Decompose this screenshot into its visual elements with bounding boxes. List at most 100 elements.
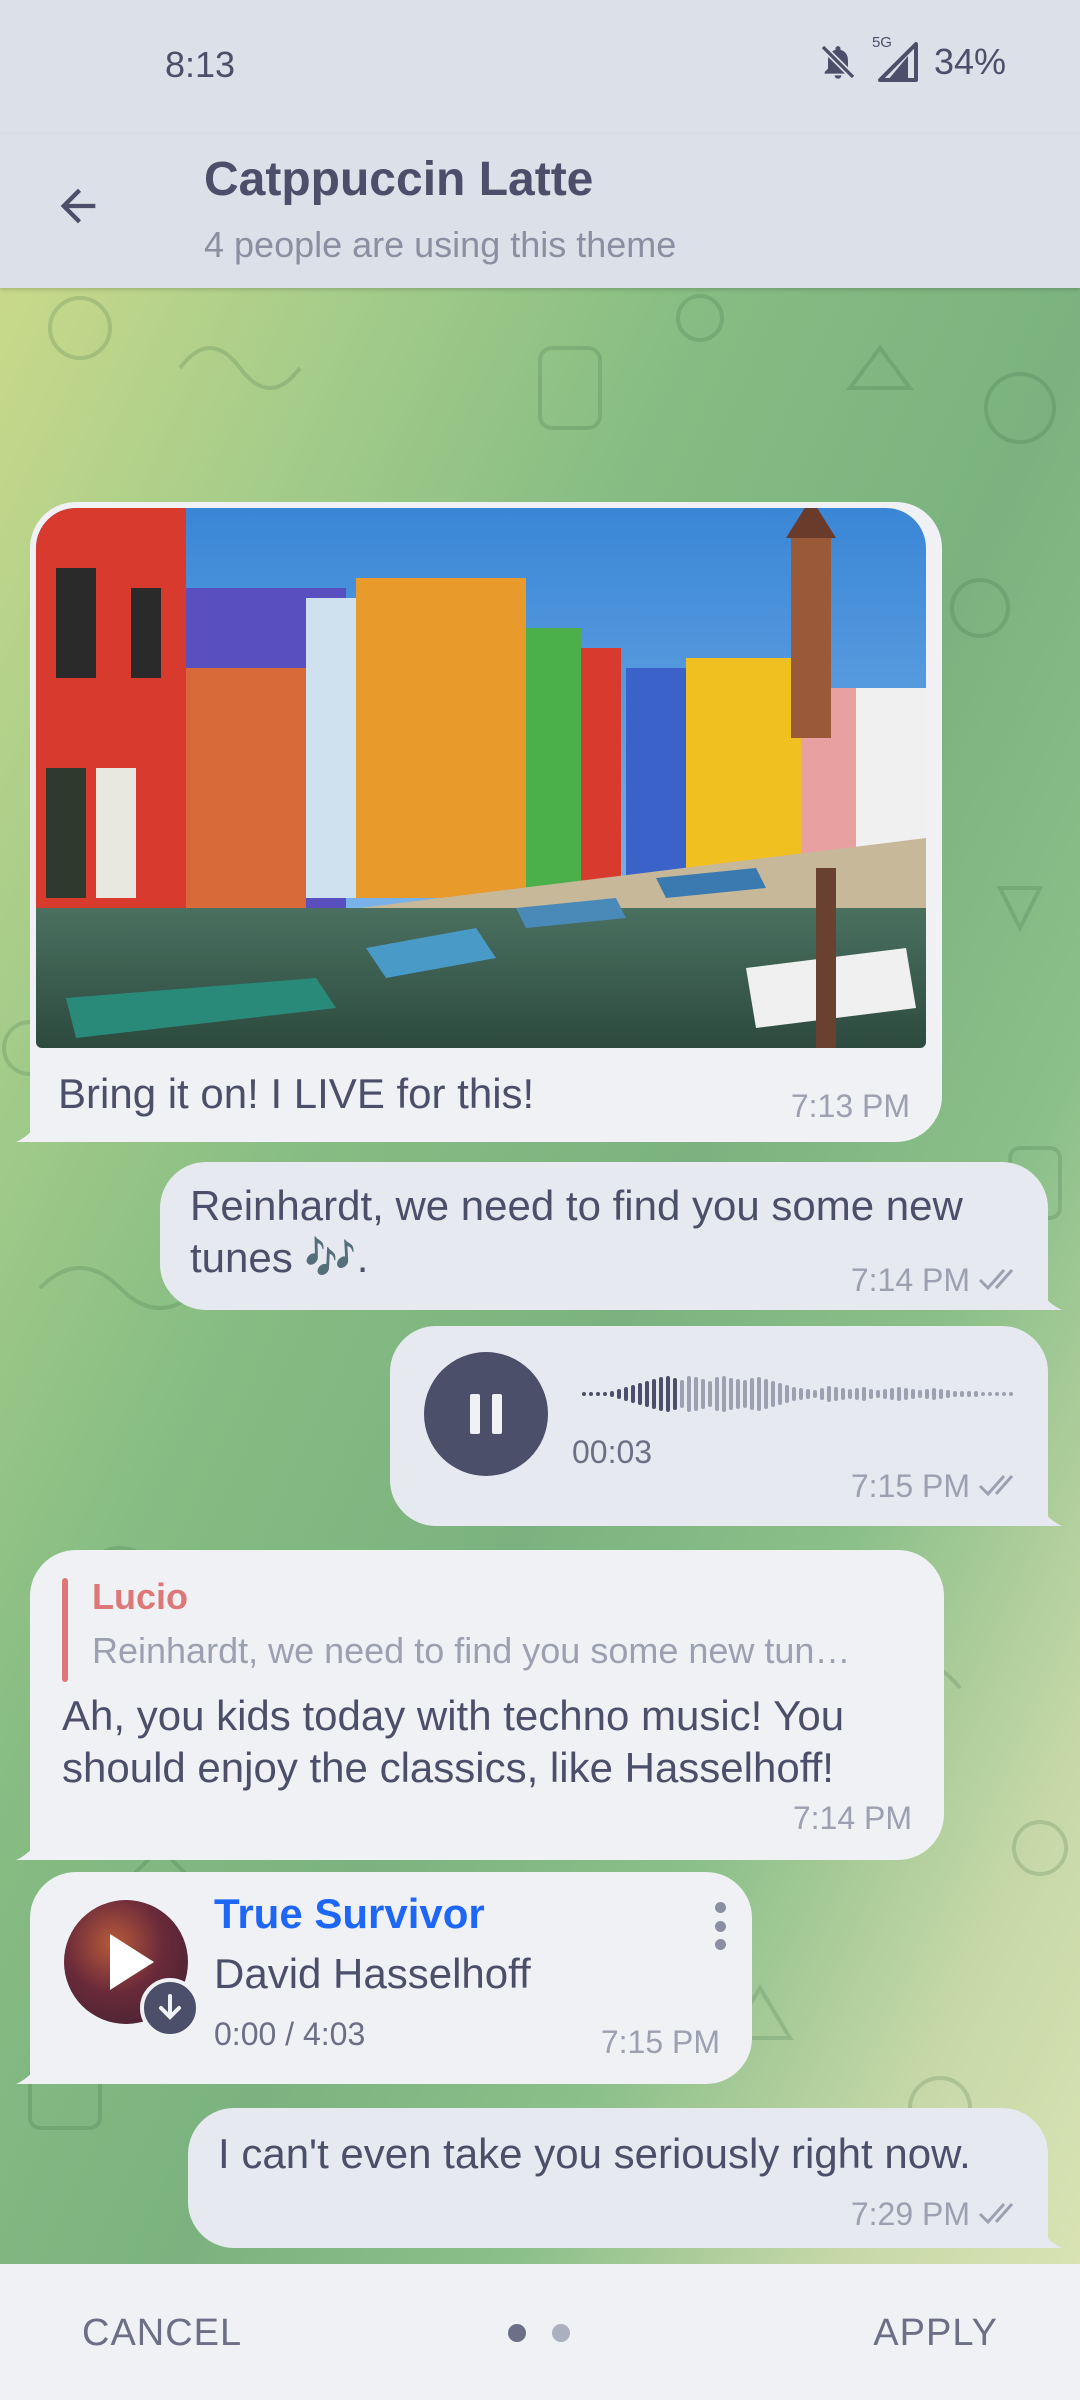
outgoing-message[interactable]: I can't even take you seriously right no… [188, 2108, 1062, 2248]
waveform-bar [1009, 1392, 1013, 1396]
message-time: 7:15 PM [600, 2024, 720, 2060]
reply-message[interactable]: Lucio Reinhardt, we need to find you som… [16, 1550, 944, 1860]
waveform-bar [925, 1389, 929, 1399]
waveform-bar [617, 1389, 621, 1399]
kebab-dot-icon [714, 1939, 726, 1950]
status-time: 8:13 [165, 44, 236, 85]
waveform-bar [995, 1392, 999, 1396]
waveform-bar [939, 1389, 943, 1399]
reply-preview[interactable]: Reinhardt, we need to find you some new … [92, 1630, 918, 1672]
app-bar: Catppuccin Latte 4 people are using this… [0, 134, 1080, 288]
cancel-button[interactable]: CANCEL [82, 2312, 242, 2355]
double-check-icon [978, 1475, 1014, 1497]
waveform-bar [967, 1391, 971, 1397]
voice-message[interactable]: 00:03 7:15 PM [390, 1326, 1062, 1526]
waveform-bar [638, 1383, 642, 1405]
pause-button[interactable] [424, 1352, 548, 1476]
kebab-dot-icon [714, 1902, 726, 1913]
download-button[interactable] [140, 1978, 200, 2038]
waveform-bar [953, 1391, 957, 1397]
waveform-bar [904, 1388, 908, 1400]
photo-caption: Bring it on! I LIVE for this! [58, 1070, 535, 1117]
status-icons: 5G 34% [818, 34, 1006, 84]
waveform-bar [750, 1378, 754, 1410]
voice-duration: 00:03 [572, 1434, 653, 1470]
waveform-bar [722, 1376, 726, 1412]
waveform-bar [582, 1392, 586, 1396]
waveform-bar [918, 1390, 922, 1398]
waveform-bar [624, 1387, 628, 1401]
waveform-bar [862, 1387, 866, 1401]
kebab-dot-icon [714, 1920, 726, 1932]
theme-subtitle: 4 people are using this theme [204, 224, 677, 265]
message-time: 7:14 PM [792, 1800, 912, 1836]
message-time: 7:15 PM [850, 1468, 970, 1504]
waveform-bar [988, 1392, 992, 1396]
waveform-bar [757, 1377, 761, 1411]
waveform-bar [883, 1389, 887, 1399]
waveform-bar [778, 1383, 782, 1405]
page-indicator-dot-active [508, 2324, 526, 2342]
waveform-bar [813, 1390, 817, 1398]
waveform-bar [855, 1388, 859, 1400]
voice-waveform[interactable] [578, 1366, 1018, 1422]
arrow-left-icon [60, 188, 96, 224]
waveform-bar [652, 1379, 656, 1409]
waveform-bar [771, 1381, 775, 1407]
waveform-bar [897, 1387, 901, 1401]
waveform-bar [827, 1386, 831, 1402]
waveform-bar [701, 1379, 705, 1409]
message-time: 7:29 PM [850, 2196, 970, 2232]
message-line: tunes 🎶. [190, 1234, 369, 1281]
waveform-bar [911, 1389, 915, 1399]
waveform-bar [806, 1389, 810, 1399]
more-options-button[interactable] [702, 1896, 738, 1956]
waveform-bar [974, 1391, 978, 1397]
message-line: Reinhardt, we need to find you some new [190, 1182, 963, 1229]
audio-message[interactable]: True Survivor David Hasselhoff 0:00 / 4:… [16, 1872, 752, 2084]
waveform-bar [799, 1388, 803, 1400]
waveform-bar [981, 1392, 985, 1396]
waveform-bar [841, 1388, 845, 1400]
mute-notifications-icon [820, 44, 856, 80]
waveform-bar [785, 1385, 789, 1403]
waveform-bar [589, 1392, 593, 1396]
outgoing-message[interactable]: Reinhardt, we need to find you some new … [160, 1162, 1062, 1310]
waveform-bar [848, 1389, 852, 1399]
photo-message[interactable]: Bring it on! I LIVE for this! 7:13 PM [16, 502, 942, 1142]
pause-icon [470, 1394, 502, 1434]
waveform-bar [792, 1387, 796, 1401]
waveform-bar [960, 1391, 964, 1397]
waveform-bar [694, 1377, 698, 1411]
audio-progress: 0:00 / 4:03 [214, 2016, 366, 2052]
waveform-bar [715, 1377, 719, 1411]
message-text: I can't even take you seriously right no… [218, 2130, 971, 2177]
waveform-bar [764, 1379, 768, 1409]
waveform-bar [708, 1381, 712, 1407]
waveform-bar [729, 1378, 733, 1410]
audio-artist: David Hasselhoff [214, 1950, 531, 1997]
status-bar: 8:13 5G 34% [0, 0, 1080, 134]
photo-attachment[interactable] [36, 508, 926, 1048]
waveform-bar [645, 1381, 649, 1407]
waveform-bar [666, 1376, 670, 1412]
waveform-bar [603, 1392, 607, 1396]
waveform-bar [659, 1377, 663, 1411]
reply-author[interactable]: Lucio [92, 1576, 188, 1618]
waveform-bar [834, 1387, 838, 1401]
message-time: 7:14 PM [850, 1262, 970, 1298]
theme-title: Catppuccin Latte [204, 153, 594, 206]
apply-button[interactable]: APPLY [873, 2312, 998, 2355]
waveform-bar [631, 1385, 635, 1403]
waveform-bar [890, 1388, 894, 1400]
canal-photo [36, 508, 926, 1048]
back-button[interactable] [46, 174, 110, 238]
bottom-action-bar: CANCEL APPLY [0, 2264, 1080, 2400]
reply-quote-bar [62, 1578, 68, 1682]
waveform-bar [932, 1388, 936, 1400]
message-text: Reinhardt, we need to find you some new … [190, 1180, 963, 1284]
waveform-bar [869, 1389, 873, 1399]
waveform-bar [610, 1391, 614, 1397]
waveform-bar [820, 1388, 824, 1400]
battery-level: 34% [933, 41, 1006, 82]
